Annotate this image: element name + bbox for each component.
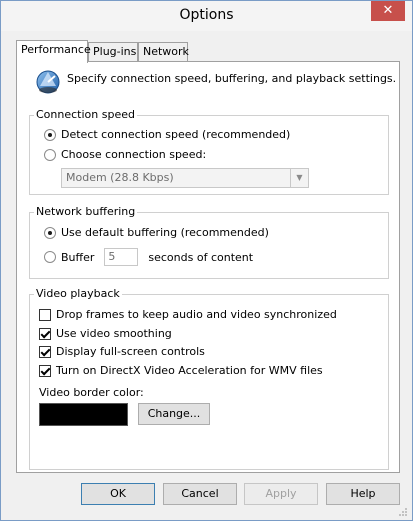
choose-speed-radio[interactable]: [44, 148, 56, 161]
title-bar[interactable]: Options ✕: [1, 1, 412, 31]
fullscreen-controls-label: Display full-screen controls: [56, 345, 205, 358]
fullscreen-controls-option[interactable]: Display full-screen controls: [39, 345, 205, 358]
close-button[interactable]: ✕: [371, 1, 405, 21]
buffer-label: Buffer: [61, 250, 95, 264]
buffer-seconds-input[interactable]: 5: [104, 248, 139, 266]
detect-speed-radio[interactable]: [44, 128, 56, 141]
video-smoothing-label: Use video smoothing: [56, 327, 172, 340]
tab-performance[interactable]: Performance: [16, 40, 91, 63]
drop-frames-checkbox[interactable]: [39, 308, 51, 321]
custom-buffer-radio[interactable]: [44, 251, 56, 263]
connection-speed-label: Connection speed: [34, 108, 137, 121]
drop-frames-label: Drop frames to keep audio and video sync…: [56, 308, 337, 321]
detect-speed-label: Detect connection speed (recommended): [61, 128, 291, 141]
performance-panel: Specify connection speed, buffering, and…: [16, 61, 400, 473]
cancel-button[interactable]: Cancel: [163, 483, 237, 505]
custom-buffer-option[interactable]: Buffer 5 seconds of content: [44, 248, 253, 266]
drop-frames-option[interactable]: Drop frames to keep audio and video sync…: [39, 308, 337, 321]
network-buffering-label: Network buffering: [34, 205, 138, 218]
buffer-suffix: seconds of content: [148, 250, 254, 264]
resize-grip-icon[interactable]: [398, 507, 408, 517]
options-dialog: Options ✕ Performance Plug-ins Network S…: [0, 0, 413, 521]
dxva-checkbox[interactable]: [39, 364, 51, 377]
border-color-swatch: [39, 403, 128, 426]
speed-select[interactable]: Modem (28.8 Kbps) ▼: [61, 168, 309, 188]
speed-select-value: Modem (28.8 Kbps): [66, 171, 174, 184]
tab-plug-ins[interactable]: Plug-ins: [88, 42, 138, 61]
network-buffering-group: Network buffering Use default buffering …: [29, 205, 389, 279]
border-color-label: Video border color:: [39, 386, 144, 399]
video-smoothing-checkbox[interactable]: [39, 327, 51, 340]
window-title: Options: [179, 7, 234, 23]
dxva-option[interactable]: Turn on DirectX Video Acceleration for W…: [39, 364, 323, 377]
choose-speed-label: Choose connection speed:: [61, 148, 207, 161]
change-color-button[interactable]: Change...: [138, 403, 210, 425]
video-smoothing-option[interactable]: Use video smoothing: [39, 327, 172, 340]
connection-speed-group: Connection speed Detect connection speed…: [29, 108, 389, 195]
default-buffering-label: Use default buffering (recommended): [61, 226, 269, 239]
default-buffering-option[interactable]: Use default buffering (recommended): [44, 226, 269, 239]
detect-speed-option[interactable]: Detect connection speed (recommended): [44, 128, 290, 141]
chevron-down-icon[interactable]: ▼: [290, 169, 308, 187]
ok-button[interactable]: OK: [81, 483, 155, 505]
fullscreen-controls-checkbox[interactable]: [39, 345, 51, 358]
intro-text: Specify connection speed, buffering, and…: [67, 72, 397, 85]
choose-speed-option[interactable]: Choose connection speed:: [44, 148, 206, 161]
performance-gauge-icon: [36, 70, 60, 94]
help-button[interactable]: Help: [326, 483, 400, 505]
default-buffering-radio[interactable]: [44, 226, 56, 239]
dxva-label: Turn on DirectX Video Acceleration for W…: [56, 364, 323, 377]
video-playback-group: Video playback Drop frames to keep audio…: [29, 287, 389, 470]
apply-button[interactable]: Apply: [244, 483, 318, 505]
video-playback-label: Video playback: [34, 287, 122, 300]
tab-network[interactable]: Network: [138, 42, 189, 61]
